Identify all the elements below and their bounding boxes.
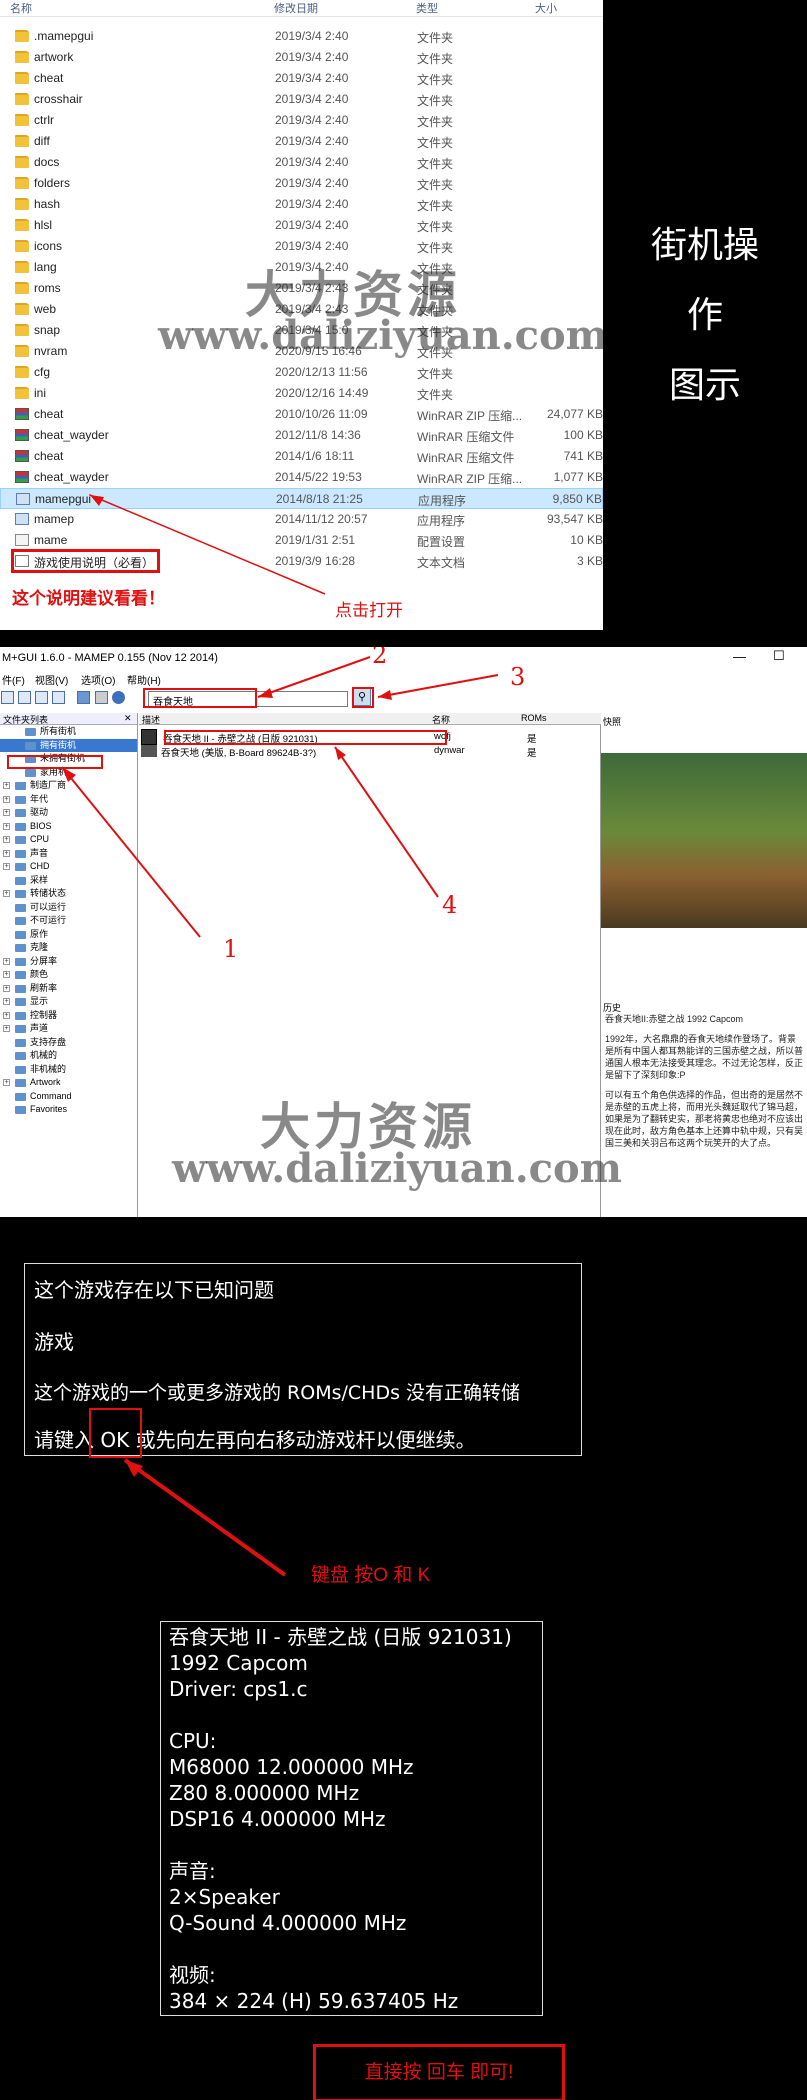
info-line xyxy=(169,1832,534,1858)
info-line: 384 × 224 (H) 59.637405 Hz xyxy=(169,1989,459,2013)
step-1-label: 1 xyxy=(223,935,239,963)
step-4-label: 4 xyxy=(442,891,458,919)
info-line: CPU: xyxy=(169,1729,217,1753)
info-line: Z80 8.000000 MHz xyxy=(169,1781,360,1805)
info-line: 2×Speaker xyxy=(169,1885,280,1909)
watermark-url: www.daliziyuan.com xyxy=(172,1145,622,1192)
info-line: 视频: xyxy=(169,1963,216,1987)
info-line: 吞食天地 II - 赤壁之战 (日版 921031) xyxy=(169,1625,512,1649)
info-line: 声音: xyxy=(169,1859,216,1883)
info-line: M68000 12.000000 MHz xyxy=(169,1755,414,1779)
enter-hint: 直接按 回车 即可! xyxy=(313,2044,565,2100)
annotation-arrow-ok xyxy=(123,1458,287,1577)
info-line: Driver: cps1.c xyxy=(169,1677,308,1701)
game-info-screen: 吞食天地 II - 赤壁之战 (日版 921031) 1992 Capcom Dri… xyxy=(0,1596,807,2100)
side-title: 街机操作 图示 xyxy=(603,0,807,630)
emulator-message-screen: 这个游戏存在以下已知问题 游戏 这个游戏的一个或更多游戏的 ROMs/CHDs … xyxy=(0,1220,807,1590)
side-title-line2: 图示 xyxy=(668,364,741,405)
info-line: Q-Sound 4.000000 MHz xyxy=(169,1911,407,1935)
info-line xyxy=(169,1702,534,1728)
side-title-line1: 街机操作 xyxy=(650,224,759,335)
watermark-url: www.daliziyuan.com xyxy=(158,312,603,359)
info-line: 1992 Capcom xyxy=(169,1651,308,1675)
key-hint: 键盘 按O 和 K xyxy=(311,1565,431,1586)
step-3-label: 3 xyxy=(510,663,526,691)
file-explorer-panel: 名称 修改日期 类型 大小 .mamepgui 2019/3/4 2:40 文件夹 a… xyxy=(0,0,603,630)
info-line xyxy=(169,1936,534,1962)
game-info-box: 吞食天地 II - 赤壁之战 (日版 921031) 1992 Capcom Dri… xyxy=(160,1621,543,2016)
step-2-label: 2 xyxy=(372,647,388,669)
info-line: DSP16 4.000000 MHz xyxy=(169,1807,386,1831)
mame-gui-window: M+GUI 1.6.0 - MAMEP 0.155 (Nov 12 2014) … xyxy=(0,647,807,1217)
